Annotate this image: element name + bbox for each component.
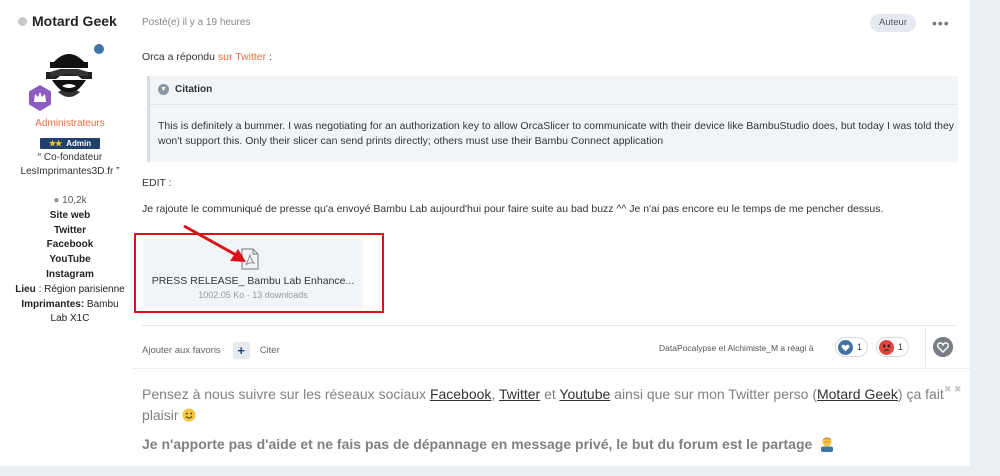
shield-icon (92, 42, 106, 56)
signature-text: Pensez à nous suivre sur les réseaux soc… (142, 386, 430, 402)
attachment-card[interactable]: PRESS RELEASE_ Bambu Lab Enhance... 1002… (143, 239, 363, 307)
twitter-link[interactable]: Twitter (499, 386, 540, 402)
smile-emoji-icon (182, 408, 196, 422)
reaction-count: 1 (898, 342, 904, 352)
author-stats: ● 10,2k Site web Twitter Facebook YouTub… (0, 194, 140, 327)
star-icon: ★★ (48, 139, 62, 148)
reply-line: Orca a répondu sur Twitter : (142, 51, 272, 63)
printers-label: Imprimantes: (21, 298, 85, 310)
location-value: : Région parisienne (35, 283, 125, 295)
add-favorite-button[interactable]: Ajouter aux favoris (142, 345, 221, 356)
printers-value: Bambu (84, 298, 119, 310)
author-link-label[interactable]: Facebook (47, 239, 94, 250)
author-location: Lieu : Région parisienne (0, 283, 140, 298)
offline-status-icon (18, 16, 27, 26)
author-link-twitter[interactable]: Twitter (0, 224, 140, 239)
author-link-youtube[interactable]: YouTube (0, 253, 140, 268)
author-badge: Auteur (870, 14, 916, 32)
post-count: ● 10,2k (0, 194, 140, 209)
admin-badge-label: Admin (66, 139, 92, 148)
crown-rank-icon (29, 85, 51, 111)
author-name[interactable]: Motard Geek (18, 13, 117, 29)
attachment-meta: 1002.05 Ko · 13 downloads (198, 290, 308, 300)
quote-block: ▼ Citation This is definitely a bummer. … (147, 76, 958, 162)
quote-text: This is definitely a bummer. I was negot… (158, 120, 955, 147)
divider (150, 104, 958, 105)
chevron-down-icon[interactable]: ▼ (158, 84, 169, 95)
author-group[interactable]: Administrateurs (0, 118, 140, 129)
post-timestamp[interactable]: Posté(e) il y a 19 heures (142, 17, 250, 28)
post-card: Motard Geek Administrateurs ★★ Admin “ Co… (0, 0, 970, 476)
facebook-link[interactable]: Facebook (430, 386, 491, 402)
react-heart-button[interactable] (933, 337, 953, 357)
quote-header[interactable]: ▼ Citation (158, 84, 212, 95)
author-link-label[interactable]: YouTube (49, 254, 90, 265)
reaction-like-pill[interactable]: 1 (835, 337, 869, 357)
author-title: “ Co-fondateur LesImprimantes3D.fr ” (0, 151, 140, 179)
reply-suffix: : (266, 51, 272, 63)
annotation-arrow-icon (183, 224, 246, 262)
reactors-text[interactable]: DataPocalypse et Alchimiste_M a réagi à (659, 343, 814, 353)
author-link-label[interactable]: Instagram (46, 269, 94, 280)
more-options-icon[interactable]: ••• (932, 14, 950, 32)
reaction-count: 1 (857, 342, 863, 352)
multiquote-button[interactable]: + (232, 342, 250, 359)
quote-button[interactable]: Citer (260, 345, 280, 356)
author-name-text[interactable]: Motard Geek (32, 13, 117, 29)
attachment-name[interactable]: PRESS RELEASE_ Bambu Lab Enhance... (143, 275, 363, 287)
edit-text: Je rajoute le communiqué de presse qu'a … (142, 203, 884, 215)
author-printers-cont: Lab X1C (50, 313, 90, 325)
signature-line: Pensez à nous suivre sur les réseaux soc… (142, 384, 952, 426)
angry-face-icon (879, 339, 894, 355)
reply-prefix: Orca a répondu (142, 51, 218, 63)
comment-icon: ● (53, 195, 60, 206)
divider (142, 325, 957, 326)
author-panel: Motard Geek Administrateurs ★★ Admin “ Co… (0, 0, 132, 476)
signature-line-2: Je n'apporte pas d'aide et ne fais pas d… (142, 436, 835, 452)
youtube-link[interactable]: Youtube (559, 386, 610, 402)
author-link-label[interactable]: Site web (50, 210, 91, 221)
close-signature-icon[interactable]: ✖ ✖ (944, 384, 962, 395)
author-link-facebook[interactable]: Facebook (0, 238, 140, 253)
motard-geek-link[interactable]: Motard Geek (817, 386, 898, 402)
signature-text-bold: Je n'apporte pas d'aide et ne fais pas d… (142, 436, 813, 452)
bottom-gutter (0, 466, 970, 476)
person-facepalm-emoji-icon (821, 437, 834, 452)
post-count-value: 10,2k (62, 195, 87, 206)
admin-badge: ★★ Admin (40, 138, 100, 149)
author-title-line: LesImprimantes3D.fr ” (20, 166, 120, 177)
author-link-website[interactable]: Site web (0, 209, 140, 224)
author-link-instagram[interactable]: Instagram (0, 268, 140, 283)
divider (132, 368, 970, 369)
author-printers: Imprimantes: Bambu (0, 298, 140, 313)
signature-text: , (491, 386, 499, 402)
signature-text: ainsi que sur mon Twitter perso ( (610, 386, 817, 402)
reaction-angry-pill[interactable]: 1 (876, 337, 910, 357)
heart-icon (838, 339, 853, 355)
twitter-link[interactable]: sur Twitter (218, 51, 266, 63)
edit-label: EDIT : (142, 177, 172, 189)
author-link-label[interactable]: Twitter (54, 225, 86, 236)
location-label: Lieu (15, 283, 36, 295)
quote-title: Citation (175, 84, 213, 95)
signature-text: et (540, 386, 560, 402)
post-actions: Ajouter aux favoris + Citer (142, 342, 280, 359)
author-title-line: “ Co-fondateur (37, 152, 103, 163)
right-gutter (970, 0, 1000, 476)
divider (925, 327, 926, 367)
